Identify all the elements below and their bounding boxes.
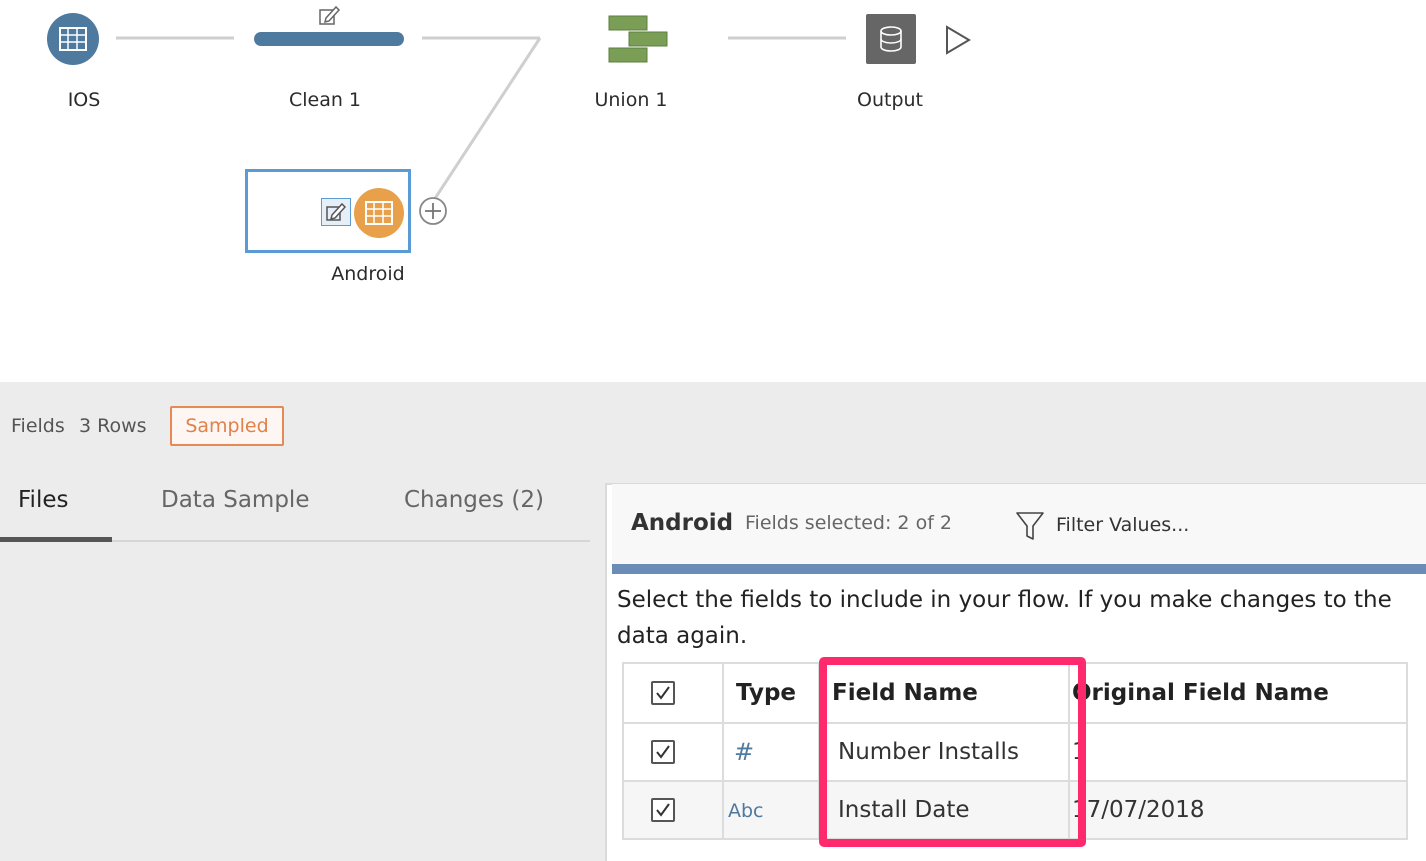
field-name-cell[interactable]: Install Date	[818, 780, 1070, 840]
add-step-edit-button[interactable]	[321, 198, 351, 226]
checkmark-icon	[656, 803, 670, 817]
run-flow-icon[interactable]	[944, 25, 972, 55]
row-checkbox[interactable]	[651, 798, 675, 822]
filter-icon	[1016, 512, 1044, 540]
row-checkbox-cell[interactable]	[622, 722, 724, 782]
type-cell[interactable]: Abc	[722, 780, 820, 840]
android-input-node[interactable]	[354, 188, 404, 238]
database-icon	[880, 26, 902, 52]
clean-step-node[interactable]	[254, 32, 404, 46]
number-type-icon[interactable]: #	[734, 738, 754, 766]
pane-title: Android	[631, 510, 734, 536]
checkmark-icon	[656, 686, 670, 700]
select-all-cell[interactable]	[622, 662, 724, 724]
union-step-node[interactable]	[608, 15, 668, 63]
row-checkbox[interactable]	[651, 740, 675, 764]
type-header: Type	[722, 662, 820, 724]
ios-input-node[interactable]	[47, 13, 99, 65]
table-row: # Number Installs 1	[622, 722, 1408, 782]
tab-data-sample[interactable]: Data Sample	[161, 487, 309, 513]
table-row: Abc Install Date 17/07/2018	[622, 780, 1408, 840]
checkmark-icon	[656, 745, 670, 759]
select-all-checkbox[interactable]	[651, 681, 675, 705]
original-field-name-cell: 17/07/2018	[1068, 780, 1408, 840]
field-name-header: Field Name	[818, 662, 1070, 724]
flow-canvas: IOS Clean 1 Union 1 Output Android	[0, 0, 1426, 382]
output-step-node[interactable]	[866, 14, 916, 64]
flow-connectors	[116, 36, 846, 201]
original-field-name-header: Original Field Name	[1068, 662, 1408, 724]
ios-node-label: IOS	[67, 89, 101, 111]
edit-icon	[319, 5, 341, 25]
active-tab-indicator	[0, 537, 112, 542]
add-step-plus-icon[interactable]	[418, 196, 448, 226]
output-node-label: Output	[857, 89, 923, 111]
connector-android-union	[432, 37, 542, 201]
table-icon	[365, 201, 393, 225]
pane-accent-strip	[612, 564, 1426, 574]
original-field-name-cell: 1	[1068, 722, 1408, 782]
field-name-cell[interactable]: Number Installs	[818, 722, 1070, 782]
union-node-label: Union 1	[594, 89, 668, 111]
tab-files[interactable]: Files	[18, 487, 68, 513]
sampled-badge[interactable]: Sampled	[170, 406, 284, 446]
table-icon	[59, 27, 87, 51]
type-cell[interactable]: #	[722, 722, 820, 782]
string-type-icon[interactable]: Abc	[728, 800, 764, 822]
fields-selected-count: Fields selected: 2 of 2	[745, 512, 953, 534]
filter-values-button[interactable]: Filter Values...	[1014, 506, 1189, 544]
clean-node-label: Clean 1	[288, 89, 362, 111]
filter-values-label: Filter Values...	[1056, 514, 1190, 536]
tab-changes[interactable]: Changes (2)	[404, 487, 544, 513]
edit-icon	[326, 202, 347, 221]
fields-label: Fields	[11, 415, 65, 437]
instructions-text: Select the fields to include in your flo…	[617, 587, 1392, 649]
row-checkbox-cell[interactable]	[622, 780, 724, 840]
fields-table: Type Field Name Original Field Name # Nu…	[622, 662, 1408, 840]
android-node-label: Android	[331, 263, 405, 285]
table-header-row: Type Field Name Original Field Name	[622, 662, 1408, 724]
rows-count: 3 Rows	[79, 415, 147, 437]
